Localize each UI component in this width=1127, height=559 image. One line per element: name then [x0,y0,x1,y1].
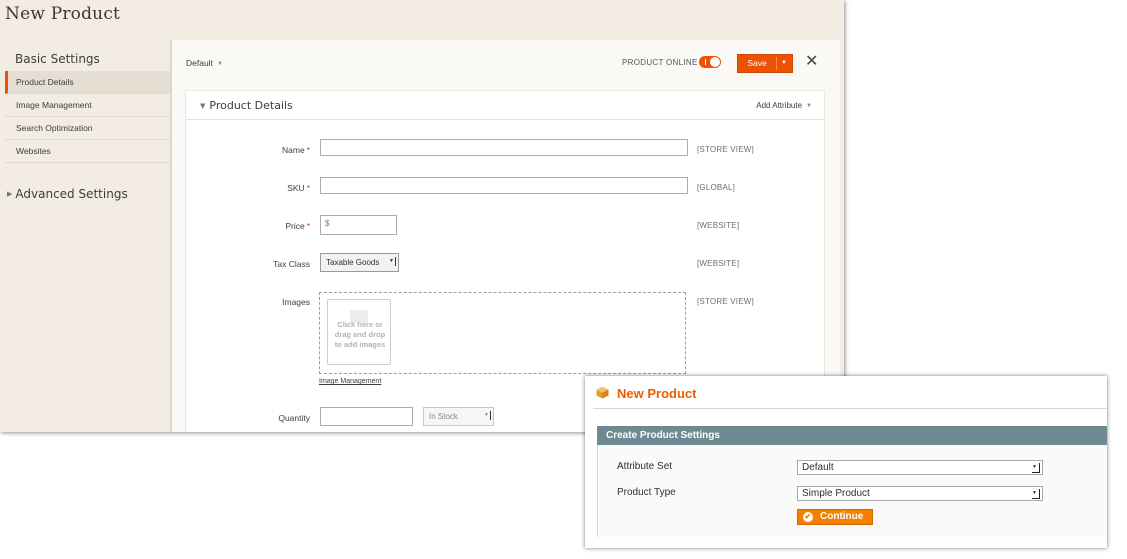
collapse-arrow-icon: ▼ [200,102,206,110]
select-arrow-icon: ▼ [1032,489,1040,499]
toggle-on-mark [705,59,706,65]
product-online-toggle[interactable] [699,56,721,68]
stock-status-value: In Stock [429,412,458,421]
popup-header: New Product [585,376,1107,424]
required-marker: * [306,221,310,231]
save-button[interactable]: Save ▼ [737,54,793,73]
images-label: Images [282,297,310,307]
checkmark-icon: ✔ [803,512,813,522]
sku-label: SKU * [200,183,310,193]
dropzone-text: Click here or drag and drop to add image… [334,320,386,349]
sku-scope: [GLOBAL] [697,183,736,192]
save-button-label: Save [747,58,767,68]
name-scope: [STORE VIEW] [697,145,754,154]
product-box-icon [596,386,609,399]
popup-title: New Product [617,386,697,401]
tax-class-scope: [WEBSITE] [697,259,740,268]
quantity-input[interactable] [320,407,413,426]
product-details-header[interactable]: ▼ Product Details Add Attribute ▼ [186,91,824,120]
tax-class-label: Tax Class [273,259,310,269]
advanced-settings-heading[interactable]: ▶ Advanced Settings [7,187,128,201]
close-icon[interactable]: ✕ [805,53,818,71]
toggle-knob [710,57,720,67]
product-type-select[interactable]: Simple Product ▼ [797,486,1043,501]
product-online-label: PRODUCT ONLINE [622,58,698,67]
settings-sidebar: Basic Settings Product Details Image Man… [5,40,171,432]
name-label-text: Name [282,145,305,155]
sidebar-item-search-optimization[interactable]: Search Optimization [5,117,170,140]
price-scope: [WEBSITE] [697,221,740,230]
images-scope: [STORE VIEW] [697,297,754,306]
chevron-down-icon: ▼ [216,61,223,67]
stock-status-select[interactable]: In Stock ▼ [423,407,494,426]
sku-label-text: SKU [287,183,305,193]
required-marker: * [306,183,310,193]
attribute-set-label: Attribute Set [617,461,673,472]
expand-arrow-icon: ▶ [7,190,13,198]
image-dropzone[interactable]: Click here or drag and drop to add image… [319,292,686,374]
price-input[interactable]: $ [320,215,397,235]
attribute-set-select[interactable]: Default ▼ [797,460,1043,475]
settings-form: Attribute Set Default ▼ Product Type Simp… [597,445,1107,537]
panel-title: ▼ Product Details [200,99,293,112]
store-view-switcher[interactable]: Default ▼ [186,58,223,68]
continue-button[interactable]: ✔ Continue [797,509,873,525]
sidebar-item-image-management[interactable]: Image Management [5,94,170,117]
add-image-tile[interactable]: Click here or drag and drop to add image… [327,299,391,365]
basic-settings-heading[interactable]: Basic Settings [15,52,100,66]
tax-class-value: Taxable Goods [326,258,380,267]
attribute-set-value: Default [802,462,834,473]
currency-symbol: $ [325,219,330,228]
sku-input[interactable] [320,177,688,194]
popup-divider [593,408,1107,409]
product-type-value: Simple Product [802,488,870,499]
page-title: New Product [5,4,121,24]
new-product-window: New Product Basic Settings Product Detai… [0,0,844,432]
create-product-popup: New Product Create Product Settings Attr… [585,376,1107,548]
save-button-divider [776,57,777,70]
price-label-text: Price [285,221,305,231]
product-form-area: Default ▼ PRODUCT ONLINE Save ▼ ✕ ▼ Produc… [171,40,840,432]
chevron-down-icon: ▼ [806,103,812,109]
quantity-label: Quantity [278,413,310,423]
name-input[interactable] [320,139,688,156]
section-header: Create Product Settings [597,426,1107,445]
sidebar-item-product-details[interactable]: Product Details [5,71,170,94]
select-arrow-icon: ▼ [1032,463,1040,473]
save-options-chevron-icon[interactable]: ▼ [781,55,787,72]
sidebar-item-websites[interactable]: Websites [5,140,170,163]
price-label: Price * [200,221,310,231]
select-arrow-icon: ▼ [484,411,491,420]
panel-title-text: Product Details [209,99,293,112]
select-arrow-icon: ▼ [389,257,396,266]
tax-class-select[interactable]: Taxable Goods ▼ [320,253,399,272]
advanced-settings-label: Advanced Settings [15,187,128,201]
required-marker: * [306,145,310,155]
add-attribute-button[interactable]: Add Attribute ▼ [756,101,812,110]
product-type-label: Product Type [617,487,676,498]
add-attribute-label: Add Attribute [756,101,803,110]
continue-button-label: Continue [820,511,864,522]
image-management-link[interactable]: Image Management [319,378,381,385]
store-view-label: Default [186,58,213,68]
name-label: Name * [200,145,310,155]
